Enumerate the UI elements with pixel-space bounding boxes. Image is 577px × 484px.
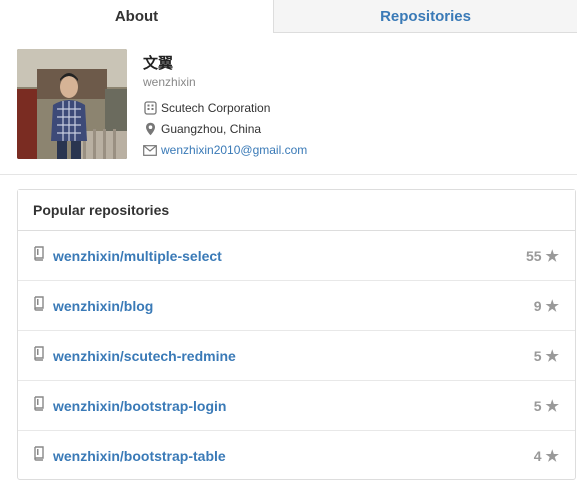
star-icon: ★ bbox=[545, 397, 559, 415]
star-icon: ★ bbox=[545, 297, 559, 315]
organization-row: Scutech Corporation bbox=[143, 101, 270, 115]
star-count: 55 bbox=[525, 247, 542, 264]
avatar bbox=[17, 49, 127, 159]
star-count: 5 bbox=[533, 347, 542, 364]
location-text: Guangzhou, China bbox=[161, 122, 262, 136]
star-count: 5 bbox=[533, 397, 542, 414]
star-icon: ★ bbox=[545, 347, 559, 365]
panel-title: Popular repositories bbox=[18, 190, 575, 231]
email-row: wenzhixin2010@gmail.com bbox=[143, 143, 307, 157]
organization-icon bbox=[143, 101, 157, 115]
star-icon: ★ bbox=[545, 448, 559, 465]
star-count: 4 bbox=[533, 448, 542, 464]
organization-text: Scutech Corporation bbox=[161, 101, 271, 115]
repo-name-link[interactable]: wenzhixin/bootstrap-login bbox=[53, 398, 226, 414]
repo-book-icon bbox=[33, 346, 45, 362]
username: wenzhixin bbox=[143, 75, 196, 89]
tab-repositories[interactable]: Repositories bbox=[274, 0, 577, 33]
repo-name-link[interactable]: wenzhixin/multiple-select bbox=[53, 248, 222, 264]
repo-book-icon bbox=[33, 246, 45, 262]
repo-stars: 5 ★ bbox=[534, 397, 559, 415]
profile-card: 文翼 wenzhixin Scutech Corporation Guangzh… bbox=[0, 33, 577, 175]
repo-name-link[interactable]: wenzhixin/bootstrap-table bbox=[53, 448, 226, 464]
email-link[interactable]: wenzhixin2010@gmail.com bbox=[161, 143, 307, 157]
tab-about[interactable]: About bbox=[0, 0, 274, 33]
repo-book-icon bbox=[33, 446, 45, 462]
repo-list-item[interactable]: wenzhixin/multiple-select 55 ★ bbox=[18, 231, 575, 281]
repo-stars: 5 ★ bbox=[534, 347, 559, 365]
location-pin-icon bbox=[143, 122, 157, 136]
repo-list-item[interactable]: wenzhixin/scutech-redmine 5 ★ bbox=[18, 331, 575, 381]
repo-list-item[interactable]: wenzhixin/bootstrap-login 5 ★ bbox=[18, 381, 575, 431]
location-row: Guangzhou, China bbox=[143, 122, 261, 136]
profile-tabs: About Repositories bbox=[0, 0, 577, 33]
mail-icon bbox=[143, 143, 157, 157]
repo-stars: 55 ★ bbox=[526, 247, 559, 265]
display-name: 文翼 bbox=[143, 55, 174, 72]
repo-stars: 9 ★ bbox=[534, 297, 559, 315]
repo-book-icon bbox=[33, 396, 45, 412]
repo-name-link[interactable]: wenzhixin/blog bbox=[53, 298, 153, 314]
repo-stars: 4 ★ bbox=[534, 447, 559, 465]
repo-list-item[interactable]: wenzhixin/bootstrap-table 4 ★ bbox=[18, 431, 575, 481]
star-icon: ★ bbox=[545, 247, 559, 265]
repo-book-icon bbox=[33, 296, 45, 312]
repo-list-item[interactable]: wenzhixin/blog 9 ★ bbox=[18, 281, 575, 331]
avatar-photo bbox=[17, 49, 127, 159]
popular-repositories-panel: Popular repositories wenzhixin/multiple-… bbox=[17, 189, 576, 480]
star-count: 9 bbox=[533, 297, 542, 314]
repo-name-link[interactable]: wenzhixin/scutech-redmine bbox=[53, 348, 236, 364]
